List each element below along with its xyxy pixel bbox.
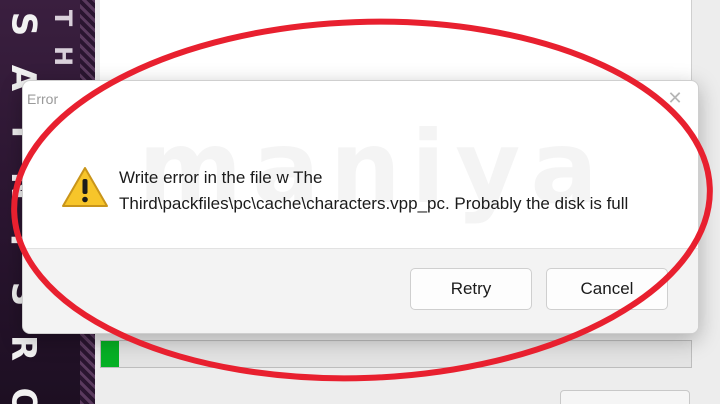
error-message-line1: Write error in the file w The [119, 168, 323, 187]
dialog-titlebar[interactable]: Error ✕ [23, 81, 698, 119]
retry-button[interactable]: Retry [410, 268, 532, 310]
banner-title-letter: R [3, 334, 43, 362]
install-progress-fill [101, 341, 119, 367]
install-progress-bar [100, 340, 692, 368]
error-message: Write error in the file w The Third\pack… [119, 165, 679, 217]
installer-content-panel [100, 0, 692, 84]
banner-title-letter: S [3, 11, 43, 37]
banner-subtitle-letter: H [49, 45, 77, 67]
error-dialog: maniya Error ✕ Write error in the file w… [22, 80, 699, 334]
dialog-button-bar: Retry Cancel [23, 248, 698, 333]
warning-icon [62, 167, 108, 207]
close-icon[interactable]: ✕ [660, 85, 690, 111]
banner-subtitle-letter: T [49, 9, 77, 27]
cancel-button[interactable]: Cancel [546, 268, 668, 310]
error-message-line2: Third\packfiles\pc\cache\characters.vpp_… [119, 194, 629, 213]
installer-footer-button[interactable] [560, 390, 690, 404]
banner-title-letter: O [3, 387, 43, 404]
dialog-title: Error [27, 91, 59, 107]
